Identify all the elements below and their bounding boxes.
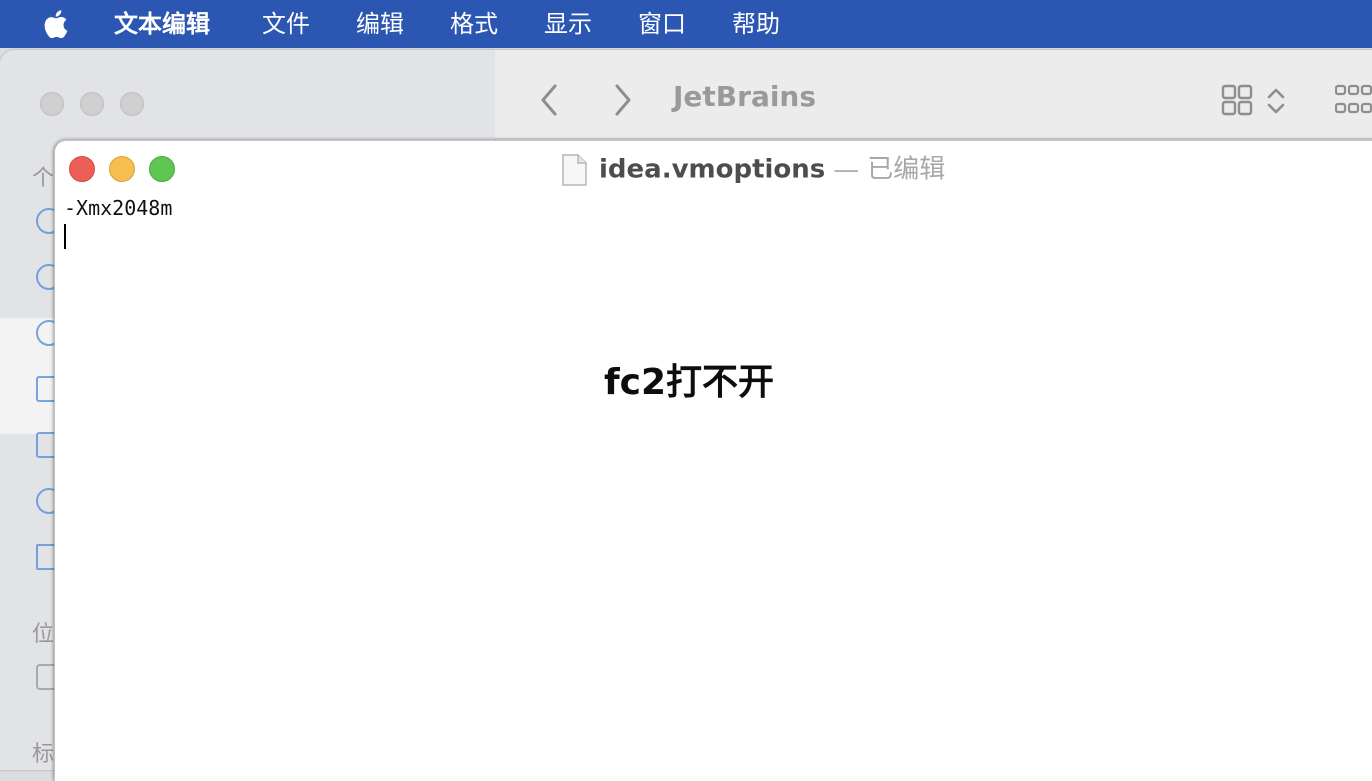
view-options-updown-icon[interactable] <box>1265 86 1287 116</box>
document-title: idea.vmoptions — 已编辑 <box>561 149 945 189</box>
finder-close-button[interactable] <box>40 92 64 116</box>
menu-edit[interactable]: 编辑 <box>356 0 404 48</box>
document-icon[interactable] <box>561 153 587 186</box>
apple-logo-icon[interactable] <box>40 6 74 42</box>
sidebar-heading-locations: 位 <box>32 622 55 647</box>
editor-line[interactable]: -Xmx2048m <box>64 195 1354 222</box>
editor-line[interactable] <box>64 222 1354 249</box>
finder-toolbar: JetBrains <box>495 50 1372 139</box>
document-name: idea.vmoptions <box>599 154 826 185</box>
close-button[interactable] <box>69 156 95 182</box>
finder-title: JetBrains <box>673 80 817 113</box>
textedit-window: idea.vmoptions — 已编辑 -Xmx2048m fc2打不开 <box>54 140 1372 781</box>
menu-window[interactable]: 窗口 <box>638 0 686 48</box>
gallery-view-icon[interactable] <box>1335 84 1372 116</box>
back-chevron-icon[interactable] <box>539 82 561 118</box>
overlay-caption: fc2打不开 <box>604 362 775 403</box>
menu-view[interactable]: 显示 <box>544 0 592 48</box>
edited-status: 已编辑 <box>867 154 946 185</box>
menu-bar: 文本编辑 文件 编辑 格式 显示 窗口 帮助 <box>0 0 1372 48</box>
finder-zoom-button[interactable] <box>120 92 144 116</box>
sidebar-heading-tags: 标 <box>32 742 55 767</box>
menu-format[interactable]: 格式 <box>450 0 498 48</box>
title-separator: — <box>833 154 860 185</box>
menu-file[interactable]: 文件 <box>262 0 310 48</box>
sidebar-heading-favorites: 个 <box>32 166 55 191</box>
forward-chevron-icon[interactable] <box>611 82 633 118</box>
text-cursor <box>64 224 66 249</box>
text-editor-area[interactable]: -Xmx2048m <box>64 195 1354 249</box>
menu-textedit[interactable]: 文本编辑 <box>114 0 210 48</box>
finder-minimize-button[interactable] <box>80 92 104 116</box>
zoom-button[interactable] <box>149 156 175 182</box>
minimize-button[interactable] <box>109 156 135 182</box>
menu-help[interactable]: 帮助 <box>732 0 780 48</box>
icon-view-grid-icon[interactable] <box>1221 84 1253 116</box>
